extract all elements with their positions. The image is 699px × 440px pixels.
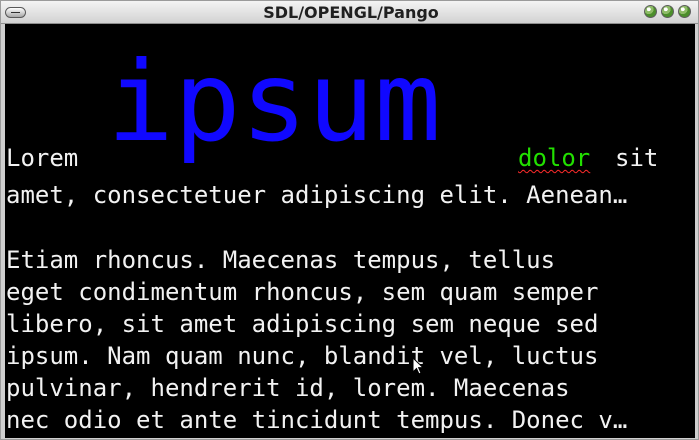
text-line: eget condimentum rhoncus, sem quam sempe…	[6, 278, 599, 306]
menu-icon	[11, 12, 20, 13]
minimize-button[interactable]	[644, 5, 657, 18]
pango-render-area: Lorem ipsum dolor sit amet, consectetuer…	[5, 24, 695, 438]
maximize-button[interactable]	[661, 5, 674, 18]
text-line: pulvinar, hendrerit id, lorem. Maecenas	[6, 374, 570, 402]
application-window: SDL/OPENGL/Pango Lorem ipsum dolor sit a…	[0, 0, 699, 440]
sit-word: sit	[615, 144, 659, 172]
title-bar[interactable]: SDL/OPENGL/Pango	[1, 1, 698, 24]
window-menu-button[interactable]	[5, 7, 26, 18]
ipsum-large-word: ipsum	[107, 43, 442, 167]
close-button[interactable]	[678, 5, 691, 18]
text-line: amet, consectetuer adipiscing elit. Aene…	[6, 181, 628, 209]
mouse-pointer-icon	[412, 357, 424, 375]
dolor-highlighted-word: dolor	[518, 144, 591, 172]
styled-text-line: Lorem ipsum dolor sit	[6, 43, 692, 175]
text-line: Etiam rhoncus. Maecenas tempus, tellus	[6, 246, 556, 274]
window-controls	[644, 5, 691, 19]
text-line: nec odio et ante tincidunt tempus. Donec…	[6, 406, 628, 434]
lorem-word: Lorem	[6, 144, 79, 172]
text-line: libero, sit amet adipiscing sem neque se…	[6, 310, 599, 338]
window-title: SDL/OPENGL/Pango	[263, 3, 439, 22]
text-line: ipsum. Nam quam nunc, blandit vel, luctu…	[6, 342, 599, 370]
